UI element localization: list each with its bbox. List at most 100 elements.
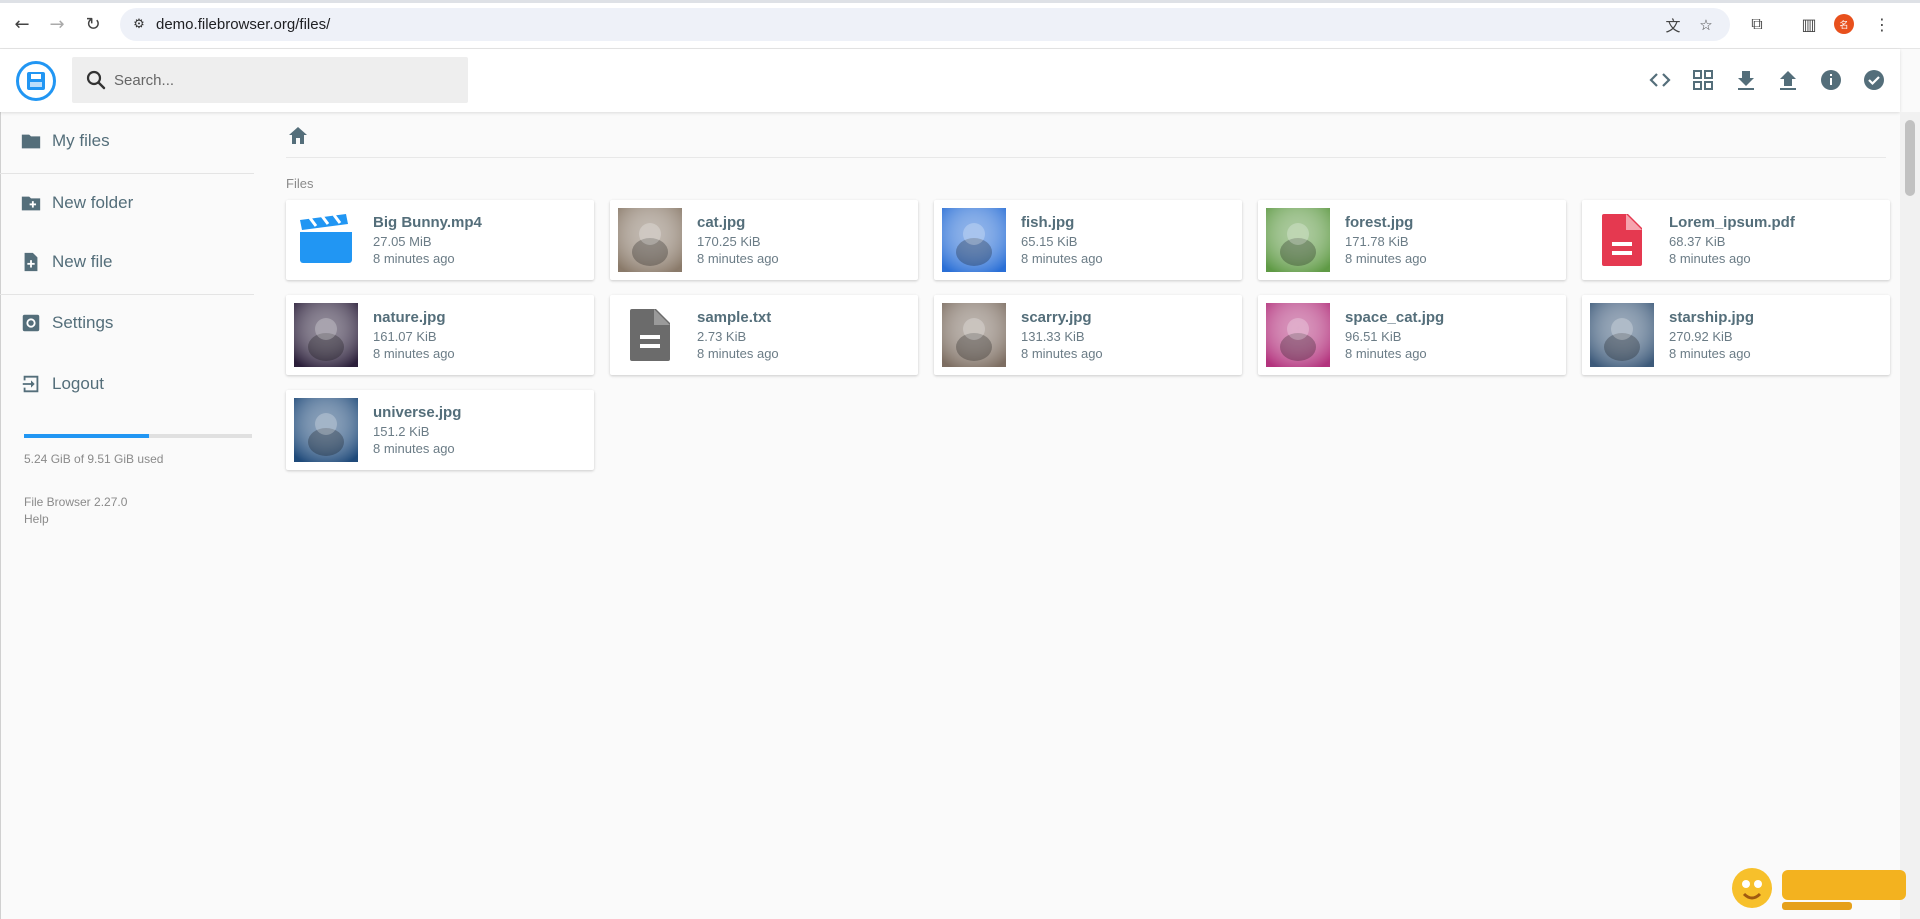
credits: File Browser 2.27.0 Help	[24, 494, 127, 528]
file-name: scarry.jpg	[1021, 309, 1092, 326]
file-name: Big Bunny.mp4	[373, 214, 482, 231]
file-modified: 8 minutes ago	[1669, 251, 1751, 266]
image-thumbnail	[1266, 303, 1330, 367]
file-card[interactable]: Lorem_ipsum.pdf 68.37 KiB 8 minutes ago	[1582, 200, 1890, 280]
url-text[interactable]: demo.filebrowser.org/files/	[156, 16, 330, 33]
file-card[interactable]: nature.jpg 161.07 KiB 8 minutes ago	[286, 295, 594, 375]
upload-button[interactable]	[1773, 65, 1803, 95]
sidebar-item-my-files[interactable]: My files	[0, 117, 256, 165]
file-modified: 8 minutes ago	[1345, 346, 1427, 361]
help-link[interactable]: Help	[24, 511, 127, 528]
file-size: 2.73 KiB	[697, 329, 747, 344]
folder-icon	[21, 134, 41, 149]
file-card[interactable]: space_cat.jpg 96.51 KiB 8 minutes ago	[1258, 295, 1566, 375]
file-size: 171.78 KiB	[1345, 234, 1409, 249]
file-card[interactable]: scarry.jpg 131.33 KiB 8 minutes ago	[934, 295, 1242, 375]
reload-button[interactable]: ↻	[79, 10, 107, 38]
info-button[interactable]	[1816, 65, 1846, 95]
view-mode-button[interactable]	[1688, 65, 1718, 95]
file-name: sample.txt	[697, 309, 772, 326]
code-button[interactable]	[1645, 65, 1675, 95]
file-modified: 8 minutes ago	[1345, 251, 1427, 266]
sidebar-item-logout[interactable]: Logout	[0, 360, 256, 408]
bookmark-star-icon[interactable]: ☆	[1695, 14, 1717, 36]
file-name: cat.jpg	[697, 214, 746, 231]
sidebar-item-settings[interactable]: Settings	[0, 299, 256, 347]
upload-icon	[1780, 71, 1796, 90]
file-name: universe.jpg	[373, 404, 462, 421]
browser-menu-icon[interactable]: ⋮	[1869, 11, 1895, 37]
file-modified: 8 minutes ago	[373, 441, 455, 456]
file-modified: 8 minutes ago	[697, 346, 779, 361]
search-input[interactable]	[114, 57, 454, 103]
image-thumbnail	[618, 208, 682, 272]
download-button[interactable]	[1731, 65, 1761, 95]
sidebar-divider	[0, 173, 254, 174]
file-card[interactable]: sample.txt 2.73 KiB 8 minutes ago	[610, 295, 918, 375]
file-card[interactable]: forest.jpg 171.78 KiB 8 minutes ago	[1258, 200, 1566, 280]
side-panel-icon[interactable]: ▥	[1796, 11, 1822, 37]
image-thumbnail	[1266, 208, 1330, 272]
file-name: fish.jpg	[1021, 214, 1075, 231]
profile-avatar[interactable]: 名	[1834, 14, 1854, 34]
back-button[interactable]: ←	[8, 10, 36, 38]
create-new-folder-icon	[21, 196, 41, 211]
file-card[interactable]: Big Bunny.mp4 27.05 MiB 8 minutes ago	[286, 200, 594, 280]
file-name: starship.jpg	[1669, 309, 1755, 326]
sidebar-item-label: My files	[52, 131, 110, 150]
pdf-file-icon	[1590, 208, 1654, 272]
browser-toolbar: ← → ↻ ⚙ demo.filebrowser.org/files/ 文 ☆ …	[0, 0, 1920, 49]
file-modified: 8 minutes ago	[373, 346, 455, 361]
file-size: 270.92 KiB	[1669, 329, 1733, 344]
code-icon	[1649, 73, 1671, 87]
settings-icon	[22, 314, 40, 332]
scrollbar[interactable]	[1900, 112, 1920, 919]
file-name: Lorem_ipsum.pdf	[1669, 214, 1795, 231]
filebrowser-logo[interactable]	[16, 61, 56, 101]
select-button[interactable]	[1859, 65, 1889, 95]
sidebar-item-new-folder[interactable]: New folder	[0, 179, 256, 227]
file-modified: 8 minutes ago	[1021, 346, 1103, 361]
forward-button[interactable]: →	[43, 10, 71, 38]
watermark-logo	[1732, 868, 1906, 910]
image-thumbnail	[294, 303, 358, 367]
image-thumbnail	[942, 208, 1006, 272]
image-thumbnail	[294, 398, 358, 462]
info-icon	[1821, 70, 1841, 90]
address-bar[interactable]: ⚙ demo.filebrowser.org/files/ 文 ☆	[120, 8, 1730, 41]
search-icon	[86, 70, 106, 90]
breadcrumb	[286, 122, 1886, 158]
extensions-icon[interactable]: ⧉	[1744, 11, 1770, 37]
file-size: 96.51 KiB	[1345, 329, 1402, 344]
search-box[interactable]	[72, 57, 468, 103]
version-text: File Browser 2.27.0	[24, 495, 128, 509]
app-header	[0, 49, 1900, 112]
file-modified: 8 minutes ago	[1021, 251, 1103, 266]
file-size: 131.33 KiB	[1021, 329, 1085, 344]
translate-icon[interactable]: 文	[1662, 14, 1684, 36]
file-card[interactable]: universe.jpg 151.2 KiB 8 minutes ago	[286, 390, 594, 470]
download-icon	[1738, 71, 1754, 90]
site-settings-icon[interactable]: ⚙	[130, 15, 148, 33]
tab-strip-edge	[0, 0, 1920, 3]
scrollbar-thumb[interactable]	[1905, 120, 1915, 196]
file-card[interactable]: starship.jpg 270.92 KiB 8 minutes ago	[1582, 295, 1890, 375]
file-card[interactable]: cat.jpg 170.25 KiB 8 minutes ago	[610, 200, 918, 280]
file-card[interactable]: fish.jpg 65.15 KiB 8 minutes ago	[934, 200, 1242, 280]
file-size: 27.05 MiB	[373, 234, 432, 249]
storage-usage-text: 5.24 GiB of 9.51 GiB used	[24, 452, 164, 466]
storage-usage-bar	[24, 434, 252, 438]
file-modified: 8 minutes ago	[373, 251, 455, 266]
home-icon[interactable]	[286, 124, 310, 148]
storage-usage-fill	[24, 434, 150, 438]
section-title: Files	[286, 176, 314, 191]
file-name: space_cat.jpg	[1345, 309, 1445, 326]
sidebar-item-new-file[interactable]: New file	[0, 238, 256, 286]
exit-icon	[22, 375, 39, 393]
file-size: 65.15 KiB	[1021, 234, 1078, 249]
file-name: forest.jpg	[1345, 214, 1414, 231]
grid-view-icon	[1693, 70, 1713, 90]
sidebar-item-label: Settings	[52, 313, 114, 332]
image-thumbnail	[1590, 303, 1654, 367]
file-modified: 8 minutes ago	[1669, 346, 1751, 361]
